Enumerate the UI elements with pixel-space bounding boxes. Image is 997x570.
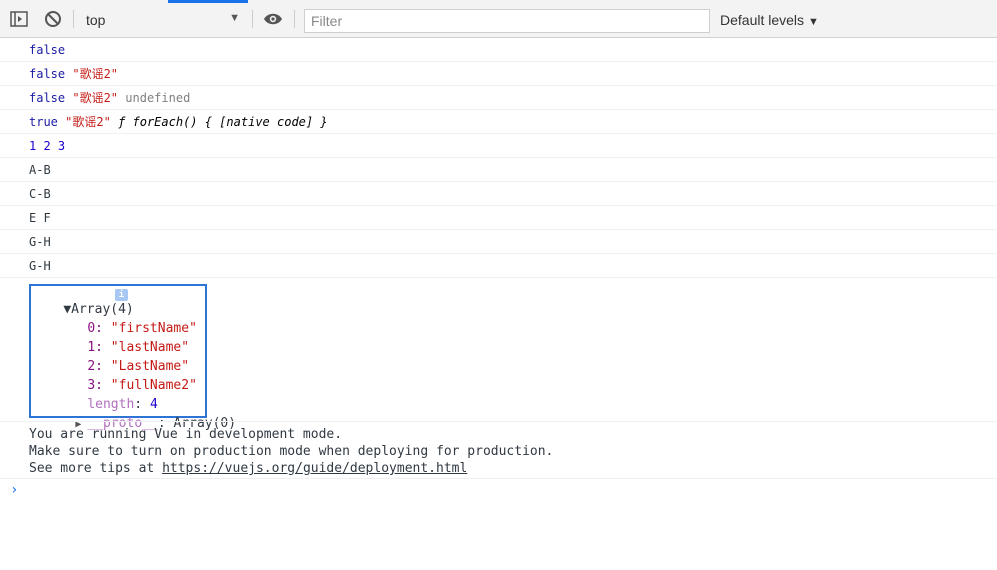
context-label: top <box>86 12 106 28</box>
vue-line: Make sure to turn on production mode whe… <box>29 444 554 459</box>
vue-line: See more tips at <box>29 461 163 476</box>
console-toolbar: top ▼ Default levels▼ <box>0 0 997 38</box>
toggle-sidebar-button[interactable] <box>9 9 29 29</box>
console-row: G-H <box>0 230 997 254</box>
log-undefined: undefined <box>125 90 191 105</box>
live-expression-button[interactable] <box>263 9 283 29</box>
active-tab-indicator <box>168 0 248 3</box>
filter-input[interactable] <box>304 9 710 33</box>
sidebar-icon <box>10 11 28 27</box>
console-row: true "歌谣2" ƒ forEach() { [native code] } <box>0 110 997 134</box>
log-string: "歌谣2" <box>65 115 111 129</box>
console-row: E F <box>0 206 997 230</box>
log-value: false <box>29 66 66 81</box>
levels-label: Default levels <box>720 12 805 28</box>
log-value: true <box>29 114 58 129</box>
log-text: E F <box>29 210 51 225</box>
console-row: A-B <box>0 158 997 182</box>
log-text: G-H <box>29 258 51 273</box>
log-text: A-B <box>29 162 51 177</box>
vue-docs-link[interactable]: https://vuejs.org/guide/deployment.html <box>162 461 467 476</box>
info-icon[interactable]: i <box>115 289 128 301</box>
console-messages: false false "歌谣2" false "歌谣2" undefined … <box>0 38 997 278</box>
array-object-tree[interactable]: ▼Array(4) i 0: "firstName" 1: "lastName"… <box>29 284 236 431</box>
console-row: false "歌谣2" undefined <box>0 86 997 110</box>
log-text: C-B <box>29 186 51 201</box>
row-divider <box>0 421 997 422</box>
chevron-down-icon: ▼ <box>229 12 240 24</box>
toolbar-divider <box>73 10 74 28</box>
console-row: false "歌谣2" <box>0 62 997 86</box>
console-row: 1 2 3 <box>0 134 997 158</box>
vue-line: You are running Vue in development mode. <box>29 427 343 442</box>
log-string: "歌谣2" <box>72 67 119 81</box>
console-row: C-B <box>0 182 997 206</box>
log-numbers: 1 2 3 <box>29 138 66 153</box>
toolbar-divider <box>252 10 253 28</box>
console-prompt[interactable]: › <box>10 482 18 498</box>
log-value: false <box>29 42 66 57</box>
chevron-down-icon: ▼ <box>808 16 819 28</box>
console-row: false <box>0 38 997 62</box>
context-select[interactable]: top ▼ <box>82 9 244 31</box>
clear-console-button[interactable] <box>43 9 63 29</box>
block-icon <box>45 11 61 27</box>
row-divider <box>0 478 997 479</box>
console-row: G-H <box>0 254 997 278</box>
vue-dev-mode-message: You are running Vue in development mode.… <box>29 426 553 477</box>
eye-icon <box>264 13 282 25</box>
log-value: false <box>29 90 66 105</box>
toolbar-divider <box>294 10 295 28</box>
log-function[interactable]: ƒ forEach() { [native code] } <box>118 115 328 129</box>
log-string: "歌谣2" <box>72 91 119 105</box>
log-text: G-H <box>29 234 51 249</box>
log-levels-dropdown[interactable]: Default levels ▼ <box>720 12 819 32</box>
